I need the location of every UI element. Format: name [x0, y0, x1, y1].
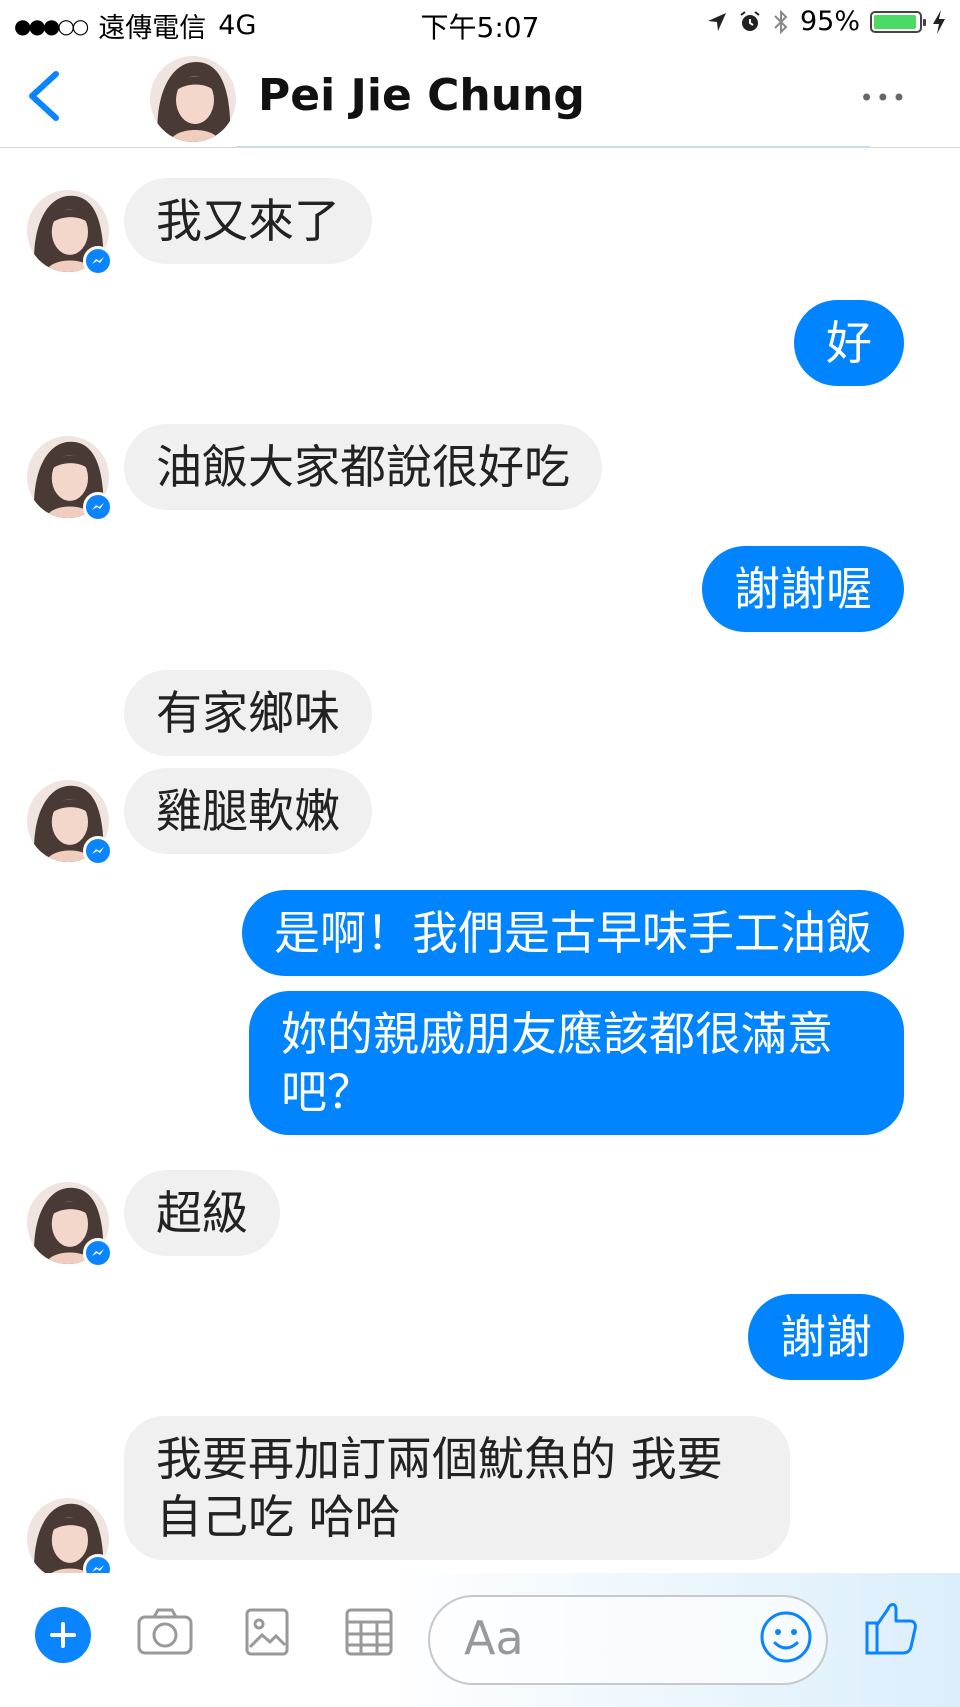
messenger-badge-icon	[83, 836, 113, 866]
emoji-icon[interactable]	[758, 1609, 814, 1665]
thumbs-up-like-icon[interactable]	[864, 1599, 918, 1657]
sender-avatar[interactable]	[27, 780, 113, 866]
back-chevron-icon[interactable]	[24, 68, 64, 124]
sender-avatar[interactable]	[27, 190, 113, 276]
sender-avatar[interactable]	[27, 1498, 113, 1573]
charging-bolt-icon	[933, 9, 945, 34]
messenger-badge-icon	[83, 1554, 113, 1573]
incoming-message[interactable]: 有家鄉味	[124, 670, 372, 756]
incoming-message[interactable]: 我又來了	[124, 178, 372, 264]
status-bar: ●●●○○ 遠傳電信 4G 下午5:07 95%	[0, 0, 960, 50]
composer-bar: Aa	[0, 1573, 960, 1707]
battery-icon	[870, 10, 926, 33]
message-input[interactable]: Aa	[428, 1595, 828, 1685]
contact-name[interactable]: Pei Jie Chung	[258, 70, 585, 121]
bluetooth-icon	[774, 9, 788, 34]
message-input-placeholder: Aa	[464, 1611, 524, 1665]
outgoing-message[interactable]: 是啊！我們是古早味手工油飯	[242, 890, 904, 976]
outgoing-message[interactable]: 謝謝	[748, 1294, 904, 1380]
outgoing-message[interactable]: 妳的親戚朋友應該都很滿意 吧？	[249, 991, 904, 1135]
messenger-badge-icon	[83, 492, 113, 522]
message-thread[interactable]: 我又來了 好 油飯大家都說很好吃 謝謝喔 有家鄉味 雞腿軟嫩 是啊！我們是古早味…	[0, 148, 960, 1573]
outgoing-message[interactable]: 好	[794, 300, 904, 386]
location-arrow-icon	[707, 12, 726, 31]
incoming-message[interactable]: 雞腿軟嫩	[124, 768, 372, 854]
camera-icon[interactable]	[136, 1607, 194, 1657]
alarm-icon	[740, 10, 760, 31]
add-icon[interactable]	[35, 1607, 91, 1663]
messenger-badge-icon	[83, 1238, 113, 1268]
contact-avatar[interactable]	[150, 56, 236, 142]
sender-avatar[interactable]	[27, 436, 113, 522]
status-right: 95%	[706, 6, 946, 37]
photo-gallery-icon[interactable]	[244, 1607, 290, 1657]
battery-fill	[874, 14, 916, 29]
incoming-message[interactable]: 超級	[124, 1170, 280, 1256]
messenger-badge-icon	[83, 246, 113, 276]
battery-percent: 95%	[799, 6, 860, 37]
incoming-message[interactable]: 我要再加訂兩個魷魚的 我要 自己吃 哈哈	[124, 1416, 790, 1560]
sender-avatar[interactable]	[27, 1182, 113, 1268]
outgoing-message[interactable]: 謝謝喔	[702, 546, 904, 632]
conversation-header: Pei Jie Chung •••	[0, 50, 960, 148]
incoming-message[interactable]: 油飯大家都說很好吃	[124, 424, 602, 510]
more-options-icon[interactable]: •••	[860, 84, 908, 112]
gif-sticker-icon[interactable]	[344, 1607, 394, 1657]
